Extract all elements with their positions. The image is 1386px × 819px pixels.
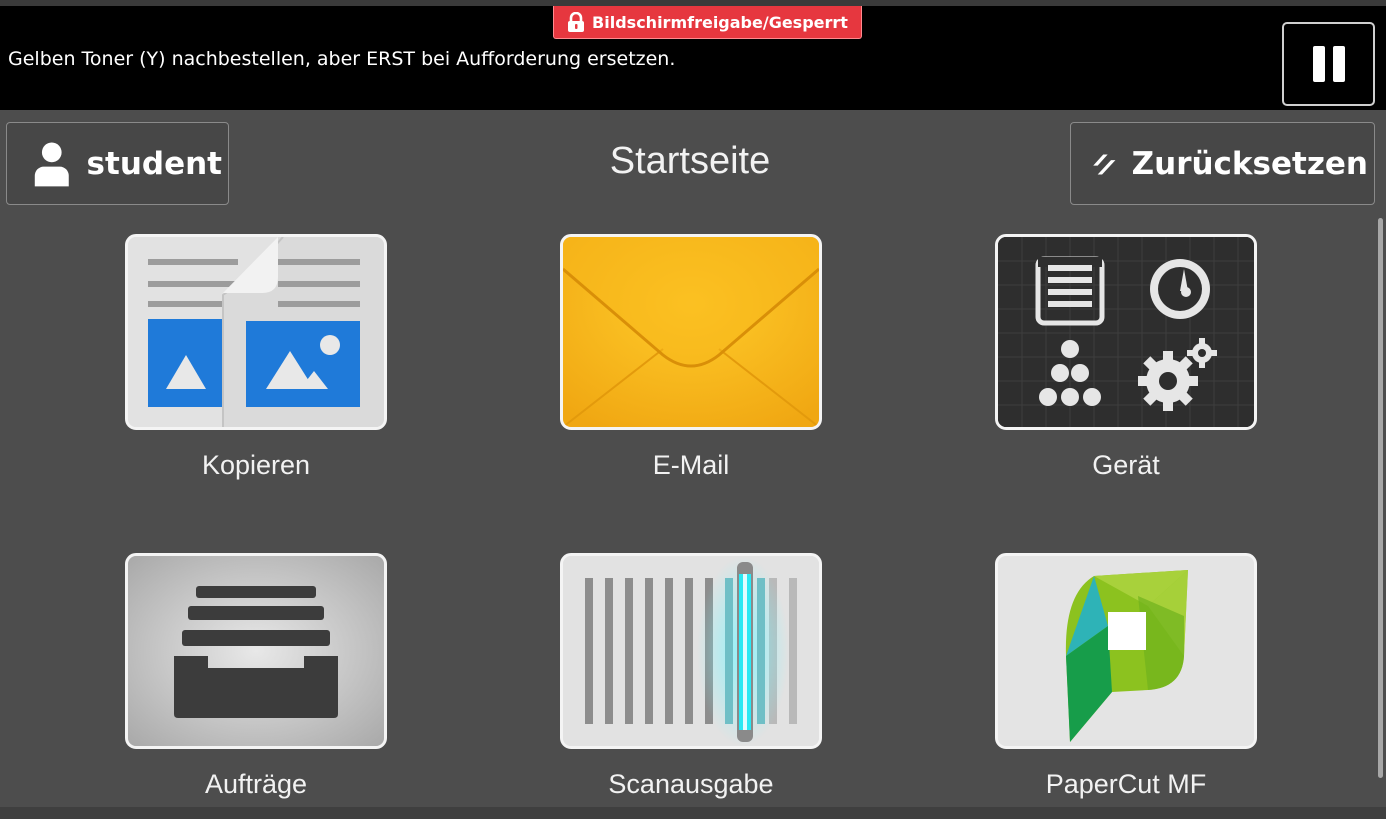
user-button[interactable]: student	[6, 122, 229, 205]
app-label: E-Mail	[652, 450, 730, 480]
app-label: Scanausgabe	[608, 769, 774, 799]
pause-button[interactable]	[1282, 22, 1375, 106]
app-tile-jobs[interactable]: Aufträge	[125, 553, 387, 799]
app-tile-email[interactable]: E-Mail	[560, 234, 822, 480]
app-tile-device[interactable]: Gerät	[995, 234, 1257, 480]
reset-icon	[1093, 154, 1116, 175]
pause-icon-bar	[1332, 46, 1345, 82]
scan-icon	[560, 553, 822, 749]
jobs-icon	[125, 553, 387, 749]
papercut-icon	[995, 553, 1257, 749]
lock-badge-label: Bildschirmfreigabe/Gesperrt	[592, 12, 848, 32]
reset-label: Zurücksetzen	[1131, 145, 1368, 182]
lock-badge: Bildschirmfreigabe/Gesperrt	[553, 6, 862, 39]
app-label: Aufträge	[204, 769, 308, 799]
app-tile-scan[interactable]: Scanausgabe	[560, 553, 822, 799]
app-label: Gerät	[1092, 450, 1160, 480]
scrollbar[interactable]	[1378, 218, 1383, 778]
app-label: Kopieren	[201, 450, 311, 480]
user-label: student	[86, 145, 222, 182]
reset-button[interactable]: Zurücksetzen	[1070, 122, 1375, 205]
email-icon	[560, 234, 822, 430]
copy-icon	[125, 234, 387, 430]
pause-icon	[1312, 46, 1325, 82]
device-icon	[995, 234, 1257, 430]
app-tile-copy[interactable]: Kopieren	[125, 234, 387, 480]
app-label: PaperCut MF	[1045, 769, 1207, 799]
user-icon	[34, 142, 69, 186]
status-message: Gelben Toner (Y) nachbestellen, aber ERS…	[8, 48, 676, 70]
app-tile-papercut[interactable]: PaperCut MF	[995, 553, 1257, 799]
lock-icon	[568, 12, 585, 32]
page-title: Startseite	[609, 140, 771, 182]
bottom-strip	[0, 807, 1386, 819]
